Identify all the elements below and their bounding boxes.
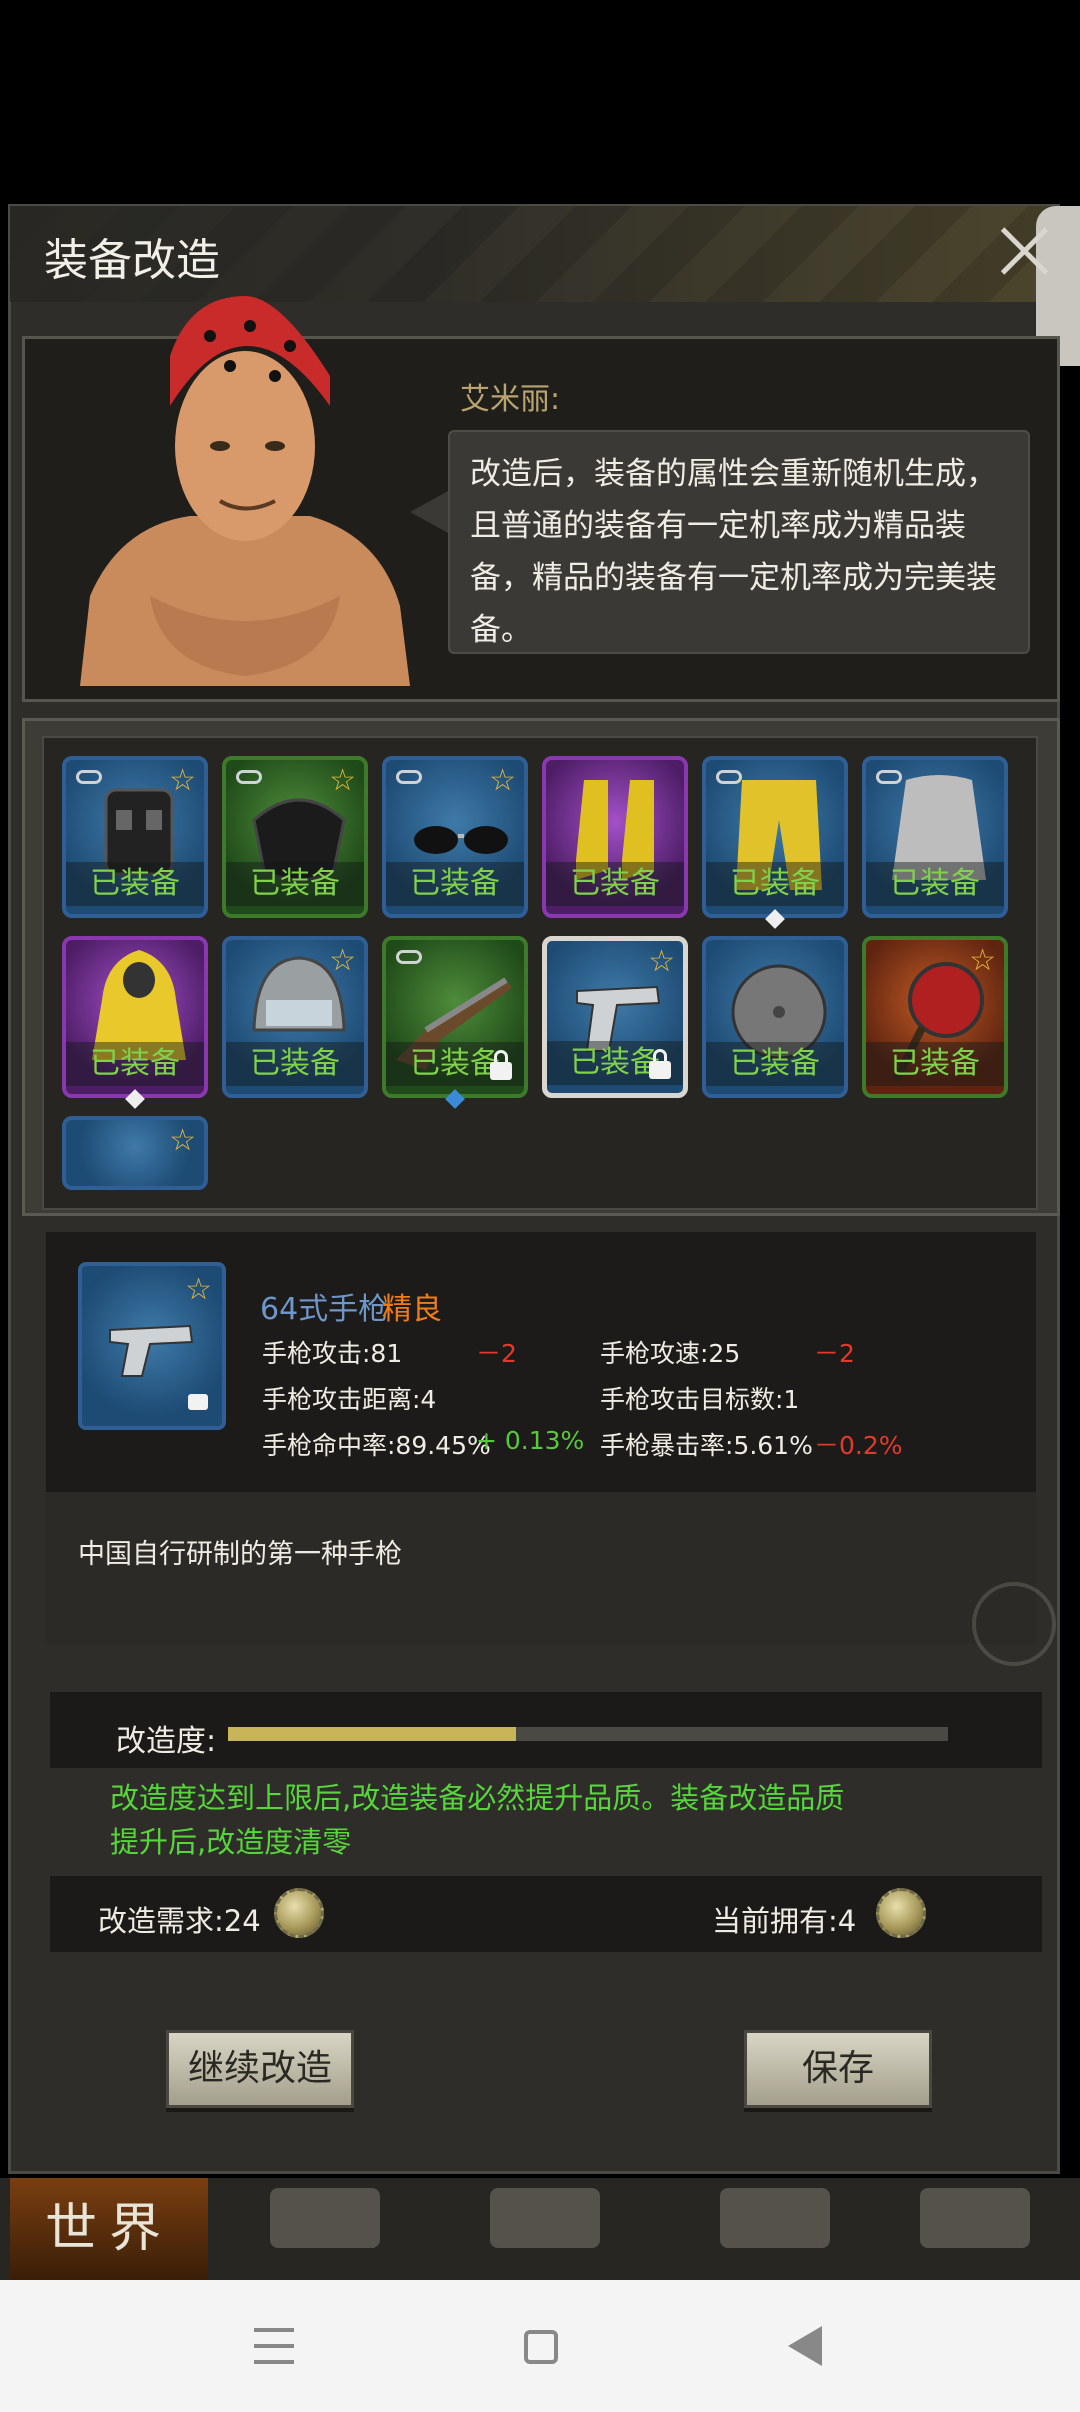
link-icon [396,950,422,964]
inventory-slot[interactable]: ☆ 已装备 [542,936,688,1098]
equipped-label: 已装备 [386,862,524,906]
stat-attack-delta: －2 [476,1339,517,1368]
radiation-icon [972,1582,1056,1666]
star-icon: ☆ [489,763,516,798]
progress-fill [228,1727,516,1741]
item-description: 中国自行研制的第一种手枪 [78,1539,402,1570]
close-button[interactable] [996,222,1052,278]
npc-name: 艾米丽: [460,382,561,417]
inventory-slot[interactable]: ☆ 已装备 [62,756,208,918]
inventory-slot[interactable]: 已装备 [542,756,688,918]
equipped-label: 已装备 [66,862,204,906]
speech-bubble-tail [410,490,450,534]
equipped-label: 已装备 [706,862,844,906]
stat-speed-delta: －2 [814,1339,855,1368]
save-button[interactable]: 保存 [744,2030,932,2108]
bottle-cap-icon [876,1888,926,1938]
link-icon [396,770,422,784]
inventory-slot[interactable]: ☆ 已装备 [222,936,368,1098]
lock-icon [490,1050,512,1080]
nav-world-tab[interactable]: 世界 [10,2178,208,2280]
stat-crit-delta: －0.2% [814,1431,903,1460]
menu-icon[interactable] [254,2328,294,2364]
stat-crit-rate: 手枪暴击率:5.61% [600,1431,813,1460]
inventory-slot[interactable]: 已装备 [62,936,208,1098]
pistol-icon [109,1324,194,1377]
stat-range: 手枪攻击距离:4 [262,1385,437,1414]
stat-targets: 手枪攻击目标数:1 [600,1385,800,1414]
link-icon [876,770,902,784]
equipped-label: 已装备 [226,1042,364,1086]
link-icon [76,770,102,784]
item-quality: 精良 [382,1292,442,1327]
inventory-slot[interactable]: 已装备 [862,756,1008,918]
star-icon: ☆ [329,943,356,978]
bottle-cap-icon [274,1888,324,1938]
home-icon[interactable] [524,2330,558,2364]
inventory-slot[interactable]: ☆ [62,1116,208,1190]
stat-attack: 手枪攻击:81 [262,1339,403,1368]
inventory-slot[interactable]: ☆ 已装备 [222,756,368,918]
inventory-slot[interactable]: 已装备 [702,756,848,918]
equipped-label: 已装备 [866,862,1004,906]
nav-vehicle-icon[interactable] [920,2188,1030,2248]
dialog-title: 装备改造 [44,235,220,286]
link-icon [236,770,262,784]
star-icon: ☆ [169,1123,196,1158]
lock-icon [649,1049,671,1079]
inventory-slot[interactable]: ☆ 已装备 [382,756,528,918]
lock-icon [188,1394,208,1410]
selected-item-slot: ☆ [78,1262,226,1430]
cost-label: 改造需求:24 [98,1904,261,1938]
equipped-label: 已装备 [226,862,364,906]
inventory-slot[interactable]: ☆ 已装备 [862,936,1008,1098]
npc-portrait [80,296,410,686]
own-label: 当前拥有:4 [712,1904,857,1938]
speech-bubble: 改造后，装备的属性会重新随机生成，且普通的装备有一定机率成为精品装备，精品的装备… [448,430,1030,654]
link-icon [716,770,742,784]
inventory-slot[interactable]: 已装备 [382,936,528,1098]
nav-bag-icon[interactable] [270,2188,380,2248]
back-icon[interactable] [788,2326,822,2366]
star-icon: ☆ [969,943,996,978]
stat-hit-rate: 手枪命中率:89.45% [262,1431,491,1460]
inventory-slot[interactable]: 已装备 [702,936,848,1098]
equipped-label: 已装备 [706,1042,844,1086]
hint-text: 改造度达到上限后,改造装备必然提升品质。装备改造品质提升后,改造度清零 [110,1781,845,1859]
progress-label: 改造度: [116,1724,217,1759]
stat-speed: 手枪攻速:25 [600,1339,741,1368]
star-icon: ☆ [185,1272,212,1307]
equipped-label: 已装备 [866,1042,1004,1086]
stat-hit-delta: + 0.13% [476,1426,585,1455]
equipped-label: 已装备 [546,862,684,906]
nav-character-icon[interactable] [490,2188,600,2248]
item-name: 64式手枪 [260,1292,389,1327]
star-icon: ☆ [169,763,196,798]
star-icon: ☆ [329,763,356,798]
continue-modify-button[interactable]: 继续改造 [166,2030,354,2108]
nav-building-icon[interactable] [720,2188,830,2248]
star-icon: ☆ [648,944,675,979]
equipped-label: 已装备 [66,1042,204,1086]
